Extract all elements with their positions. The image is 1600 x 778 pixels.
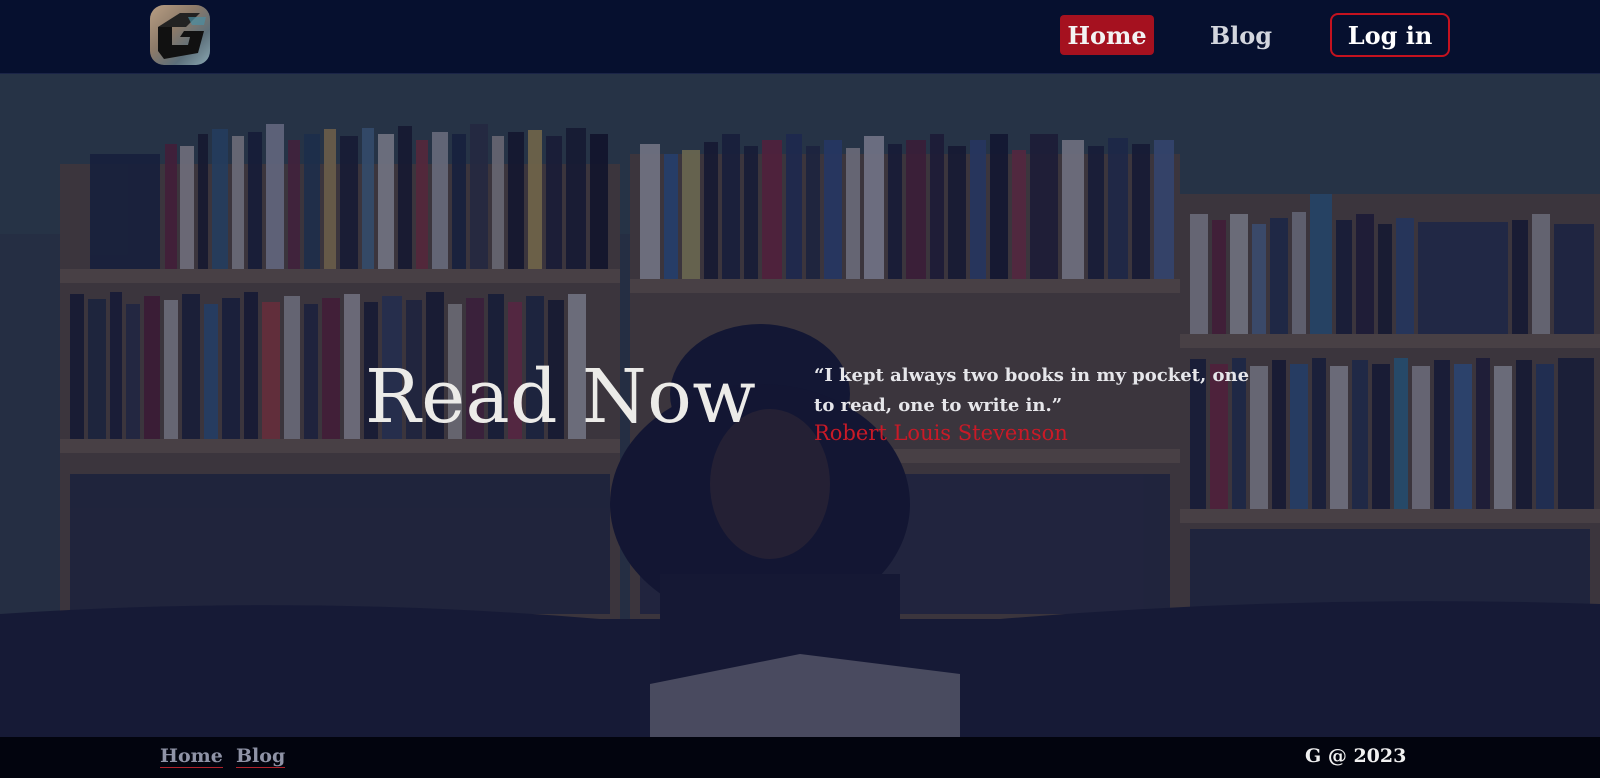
hero-section: Read Now “I kept always two books in my … — [0, 74, 1600, 737]
login-button[interactable]: Log in — [1330, 13, 1450, 57]
quote-author: Robert Louis Stevenson — [814, 421, 1068, 445]
nav-blog-link[interactable]: Blog — [1196, 15, 1286, 55]
footer: Home Blog G @ 2023 — [0, 737, 1600, 778]
top-navbar: Home Blog Log in — [0, 0, 1600, 74]
hero-quote: “I kept always two books in my pocket, o… — [814, 365, 1250, 416]
nav-home-button[interactable]: Home — [1060, 15, 1154, 55]
hero-dark-overlay — [0, 74, 1600, 737]
copyright-text: G @ 2023 — [1305, 745, 1407, 767]
brand-logo[interactable] — [150, 5, 210, 65]
footer-blog-link[interactable]: Blog — [236, 745, 286, 768]
hero-title: Read Now — [365, 354, 757, 440]
g-logo-icon — [158, 13, 206, 59]
footer-home-link[interactable]: Home — [160, 745, 223, 768]
